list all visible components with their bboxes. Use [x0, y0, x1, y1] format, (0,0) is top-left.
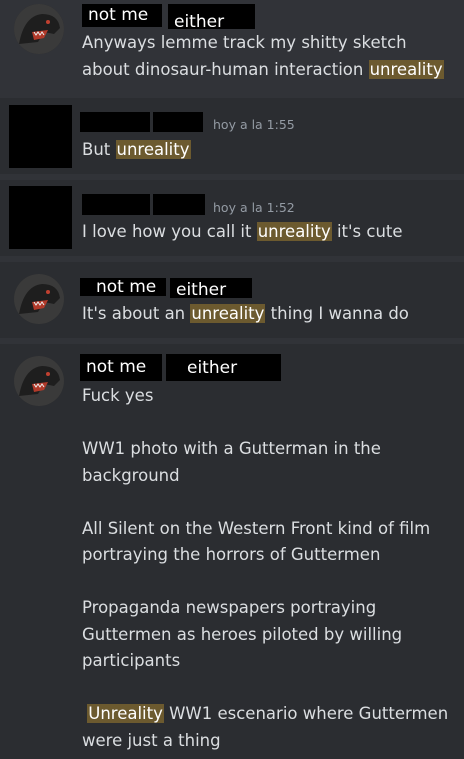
search-highlight: unreality	[368, 59, 444, 79]
message-line: Guttermen as heroes piloted by willing	[82, 624, 403, 644]
message-line: were just a thing	[82, 730, 221, 750]
message-line	[82, 489, 448, 516]
author-name[interactable]: not me	[80, 278, 166, 296]
message-line: Anyways lemme track my shitty sketch	[82, 33, 407, 52]
message-line: portraying the horrors of Guttermen	[82, 545, 381, 564]
message-line: But unreality	[82, 140, 191, 159]
author-name-2: either	[168, 4, 255, 32]
search-highlight: unreality	[256, 222, 332, 241]
redacted-author-2	[153, 194, 205, 215]
message-line: Propaganda newspapers portraying	[82, 598, 377, 617]
author-name-2: either	[166, 354, 281, 381]
message-line: background	[82, 465, 180, 485]
message-text: Fuck yes WW1 photo with a Gutterman in t…	[82, 383, 448, 754]
message-5: not me either Fuck yes WW1 photo with a …	[0, 344, 464, 759]
search-highlight: Unreality	[87, 704, 164, 723]
message-line: Fuck yes	[82, 386, 154, 405]
redacted-avatar[interactable]	[9, 186, 72, 249]
message-line	[82, 410, 448, 437]
redacted-author	[82, 194, 150, 215]
message-text: I love how you call it unreality it's cu…	[82, 219, 403, 246]
message-line	[82, 675, 448, 702]
author-name[interactable]: not me	[80, 354, 162, 381]
message-line: I love how you call it unreality it's cu…	[82, 222, 403, 241]
timestamp: hoy a la 1:55	[213, 117, 295, 132]
message-line: Unreality WW1 escenario where Guttermen	[87, 704, 449, 723]
search-highlight: unreality	[190, 304, 266, 323]
message-text: Anyways lemme track my shitty sketch abo…	[82, 30, 449, 83]
redacted-author-2	[153, 112, 203, 132]
message-line	[82, 569, 448, 596]
user-avatar[interactable]	[14, 356, 64, 406]
dinosaur-avatar-icon	[14, 4, 64, 54]
message-text: It's about an unreality thing I wanna do	[82, 301, 409, 328]
dinosaur-avatar-icon	[14, 274, 64, 324]
message-2: hoy a la 1:55 But unreality	[0, 98, 464, 174]
author-name[interactable]: not me	[82, 4, 162, 27]
message-line: It's about an unreality thing I wanna do	[82, 304, 409, 323]
message-1: not me either Anyways lemme track my shi…	[0, 0, 464, 92]
timestamp: hoy a la 1:52	[213, 200, 295, 215]
message-3: hoy a la 1:52 I love how you call it unr…	[0, 180, 464, 256]
redacted-avatar[interactable]	[9, 105, 72, 168]
message-4: not me either It's about an unreality th…	[0, 262, 464, 338]
author-name-2: either	[170, 278, 252, 300]
message-line: about dinosaur-human interaction unreali…	[82, 59, 444, 79]
message-line: All Silent on the Western Front kind of …	[82, 518, 431, 538]
message-line: participants	[82, 651, 181, 670]
message-line: WW1 photo with a Gutterman in the	[82, 439, 381, 458]
user-avatar[interactable]	[14, 4, 64, 54]
user-avatar[interactable]	[14, 274, 64, 324]
dinosaur-avatar-icon	[14, 356, 64, 406]
message-text: But unreality	[82, 137, 196, 164]
search-highlight: unreality	[115, 140, 191, 159]
redacted-author	[80, 112, 150, 132]
